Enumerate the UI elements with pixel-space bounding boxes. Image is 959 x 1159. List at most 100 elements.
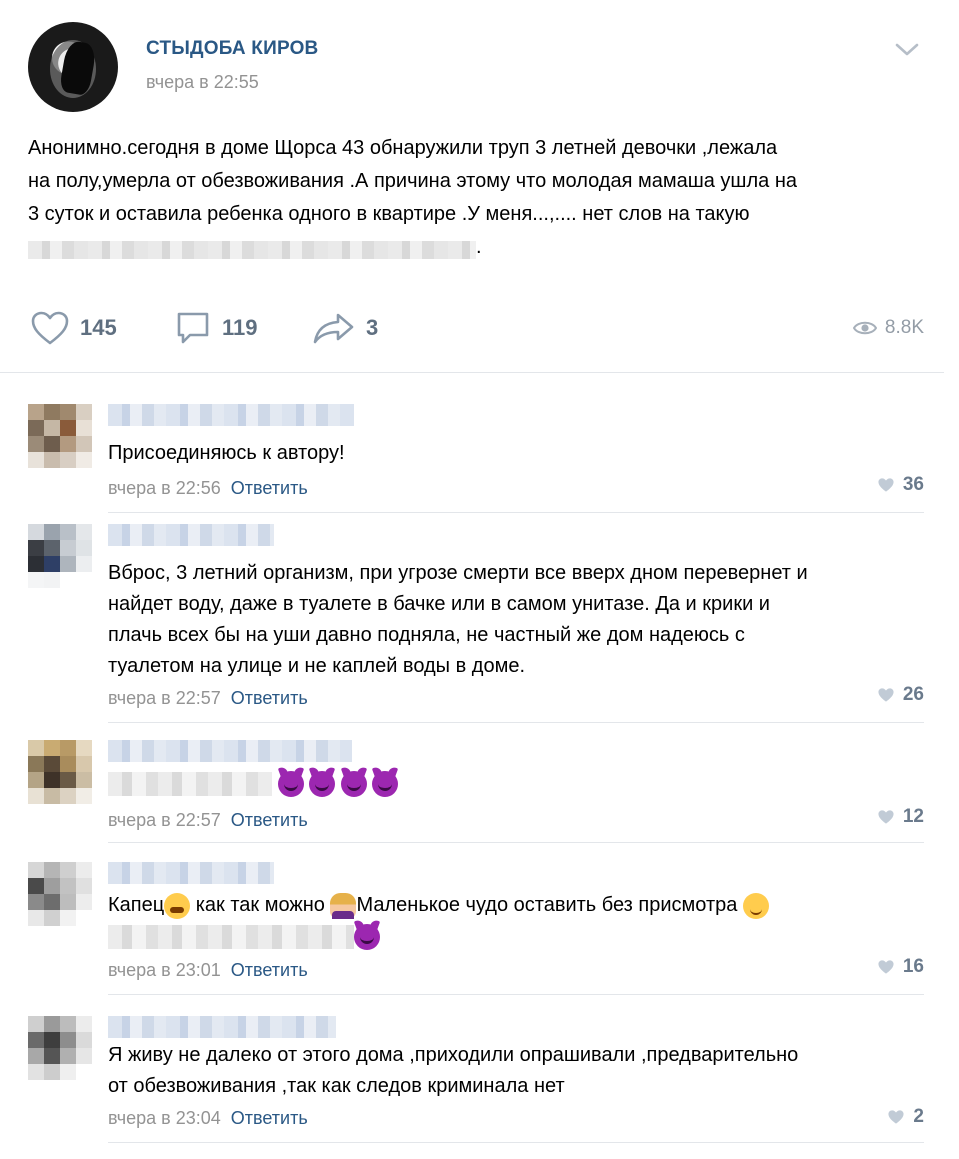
devil-emoji-icon xyxy=(372,770,399,797)
comment-count: 119 xyxy=(222,315,258,340)
post-text-end: . xyxy=(476,236,482,258)
comment-timestamp[interactable]: вчера в 22:57 xyxy=(108,810,221,830)
post-actions-bar: 145 119 3 8.8K xyxy=(28,305,928,351)
comment-text: Присоединяюсь к автору! xyxy=(108,438,924,469)
commenter-avatar[interactable] xyxy=(28,740,92,820)
pixelated-text xyxy=(108,924,354,949)
views-count: 8.8K xyxy=(884,317,924,338)
devil-emoji-icon xyxy=(354,923,380,950)
devil-emoji-icon xyxy=(340,770,367,797)
comment-like-count: 2 xyxy=(913,1106,924,1127)
divider xyxy=(108,722,924,723)
pixelated-text xyxy=(28,240,476,259)
reply-link[interactable]: Ответить xyxy=(231,1108,308,1128)
reply-link[interactable]: Ответить xyxy=(231,810,308,830)
share-arrow-icon xyxy=(313,313,354,344)
comment-like-count: 26 xyxy=(902,684,924,705)
comment-like-button[interactable]: 26 xyxy=(877,684,924,706)
comment: Капец как так можно Маленькое чудо остав… xyxy=(28,862,924,996)
relieved-face-emoji-icon xyxy=(742,892,769,919)
post-text-line: 3 суток и оставила ребенка одного в квар… xyxy=(28,203,750,225)
comment-line: Капец как так можно Маленькое чудо остав… xyxy=(108,890,924,921)
comment-like-button[interactable]: 12 xyxy=(877,806,924,828)
devil-emoji-icon xyxy=(277,770,304,797)
comment-fragment: Капец xyxy=(108,894,165,916)
reply-link[interactable]: Ответить xyxy=(231,688,308,708)
post-text-line: Анонимно.сегодня в доме Щорса 43 обнаруж… xyxy=(28,137,778,159)
comment-like-count: 12 xyxy=(902,806,924,827)
comment-line xyxy=(108,921,924,952)
commenter-name-link[interactable] xyxy=(108,404,354,426)
views-counter: 8.8K xyxy=(852,305,924,351)
comment-line: Присоединяюсь к автору! xyxy=(108,442,345,464)
like-count: 145 xyxy=(80,315,117,340)
divider xyxy=(108,994,924,995)
heart-icon xyxy=(888,1110,904,1124)
comment-line xyxy=(108,768,924,799)
reply-link[interactable]: Ответить xyxy=(231,478,308,498)
comment-meta: вчера в 22:56 Ответить xyxy=(108,478,308,499)
heart-icon xyxy=(31,311,69,345)
comment-bubble-icon xyxy=(177,312,209,344)
pixelated-text xyxy=(108,771,272,796)
heart-icon xyxy=(878,960,894,974)
comment-like-button[interactable]: 36 xyxy=(877,474,924,496)
divider xyxy=(108,512,924,513)
comment-text: Вброс, 3 летний организм, при угрозе сме… xyxy=(108,558,924,682)
divider xyxy=(108,1142,924,1143)
devil-emoji-icon xyxy=(309,770,336,797)
comment-fragment: как так можно xyxy=(190,894,331,916)
comment: вчера в 22:57 Ответить 12 xyxy=(28,740,924,846)
comment-line: от обезвоживания ,так как следов кримина… xyxy=(108,1075,565,1097)
community-avatar[interactable] xyxy=(28,22,118,112)
comment: Вброс, 3 летний организм, при угрозе сме… xyxy=(28,524,924,724)
commenter-name-link[interactable] xyxy=(108,1016,336,1038)
comment-meta: вчера в 23:04 Ответить xyxy=(108,1108,308,1129)
facepalm-woman-emoji-icon xyxy=(330,892,357,919)
chevron-down-icon[interactable] xyxy=(894,42,920,58)
comment-like-button[interactable]: 16 xyxy=(877,956,924,978)
post-text-line: на полу,умерла от обезвоживания .А причи… xyxy=(28,170,797,192)
eye-icon xyxy=(852,321,877,335)
comment-fragment: Маленькое чудо оставить без присмотра xyxy=(356,894,743,916)
comment-button[interactable]: 119 xyxy=(174,305,258,351)
heart-icon xyxy=(878,810,894,824)
comment-meta: вчера в 22:57 Ответить xyxy=(108,688,308,709)
comment: Присоединяюсь к автору! вчера в 22:56 Отв… xyxy=(28,404,924,514)
community-name-link[interactable]: СТЫДОБА КИРОВ xyxy=(146,38,318,60)
post-timestamp[interactable]: вчера в 22:55 xyxy=(146,72,259,93)
post-text: Анонимно.сегодня в доме Щорса 43 обнаруж… xyxy=(28,132,928,264)
heart-icon xyxy=(878,478,894,492)
commenter-name-link[interactable] xyxy=(108,862,274,884)
comment-text: Я живу не далеко от этого дома ,приходил… xyxy=(108,1040,924,1102)
commenter-avatar[interactable] xyxy=(28,862,92,942)
divider xyxy=(0,372,944,373)
comment-like-count: 16 xyxy=(902,956,924,977)
reply-link[interactable]: Ответить xyxy=(231,960,308,980)
comment-line: плачь всех бы на уши давно подняла, не ч… xyxy=(108,624,745,646)
comment-like-button[interactable]: 2 xyxy=(887,1106,924,1128)
comment-line: Вброс, 3 летний организм, при угрозе сме… xyxy=(108,562,808,584)
comment-text xyxy=(108,768,924,799)
comment-line: туалетом на улице и не каплей воды в дом… xyxy=(108,655,526,677)
face-with-steam-emoji-icon xyxy=(164,892,191,919)
share-button[interactable]: 3 xyxy=(312,305,378,351)
commenter-avatar[interactable] xyxy=(28,404,92,484)
comment: Я живу не далеко от этого дома ,приходил… xyxy=(28,1016,924,1150)
commenter-avatar[interactable] xyxy=(28,1016,92,1096)
comment-like-count: 36 xyxy=(902,474,924,495)
share-count: 3 xyxy=(366,315,379,340)
comment-text: Капец как так можно Маленькое чудо остав… xyxy=(108,890,924,952)
comment-timestamp[interactable]: вчера в 22:56 xyxy=(108,478,221,498)
like-button[interactable]: 145 xyxy=(30,305,117,351)
comment-line: Я живу не далеко от этого дома ,приходил… xyxy=(108,1044,799,1066)
divider xyxy=(108,842,924,843)
commenter-name-link[interactable] xyxy=(108,740,352,762)
post-header: СТЫДОБА КИРОВ вчера в 22:55 xyxy=(28,22,928,112)
commenter-name-link[interactable] xyxy=(108,524,274,546)
comment-meta: вчера в 22:57 Ответить xyxy=(108,810,308,831)
comment-timestamp[interactable]: вчера в 22:57 xyxy=(108,688,221,708)
comment-timestamp[interactable]: вчера в 23:01 xyxy=(108,960,221,980)
commenter-avatar[interactable] xyxy=(28,524,92,604)
comment-timestamp[interactable]: вчера в 23:04 xyxy=(108,1108,221,1128)
